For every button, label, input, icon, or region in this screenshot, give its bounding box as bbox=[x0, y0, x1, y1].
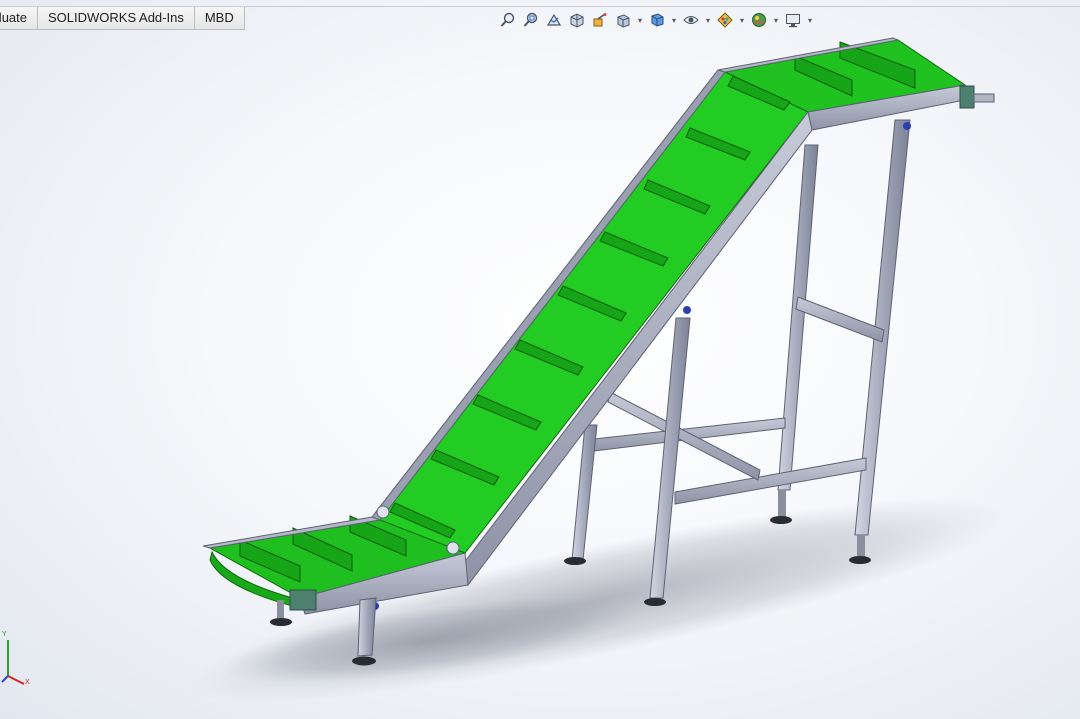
hide-show-dropdown-icon[interactable]: ▾ bbox=[704, 10, 712, 30]
heads-up-view-toolbar: ▾ ▾ ▾ ▾ ▾ ▾ bbox=[498, 9, 814, 31]
view-orientation-dropdown-icon[interactable]: ▾ bbox=[636, 10, 644, 30]
graphics-area[interactable] bbox=[0, 30, 1080, 719]
dynamic-annotation-icon[interactable] bbox=[590, 10, 610, 30]
tab-mbd-label: MBD bbox=[204, 10, 234, 25]
apply-scene-dropdown-icon[interactable]: ▾ bbox=[772, 10, 780, 30]
hide-show-items-icon[interactable] bbox=[681, 10, 701, 30]
section-view-icon[interactable] bbox=[567, 10, 587, 30]
view-settings-icon[interactable] bbox=[783, 10, 803, 30]
triad-y-label: Y bbox=[2, 631, 7, 638]
tab-solidworks-addins[interactable]: SOLIDWORKS Add-Ins bbox=[38, 7, 195, 29]
triad-x-axis bbox=[7, 675, 25, 685]
display-style-dropdown-icon[interactable]: ▾ bbox=[670, 10, 678, 30]
triad-x-label: X bbox=[25, 679, 30, 686]
view-orientation-icon[interactable] bbox=[613, 10, 633, 30]
reference-triad: Y X bbox=[1, 631, 30, 686]
zoom-to-fit-icon[interactable] bbox=[498, 10, 518, 30]
tab-addins-label: SOLIDWORKS Add-Ins bbox=[48, 10, 184, 25]
apply-scene-icon[interactable] bbox=[749, 10, 769, 30]
triad-z-axis bbox=[1, 675, 9, 683]
tab-mbd[interactable]: MBD bbox=[194, 7, 245, 29]
edit-appearance-icon[interactable] bbox=[715, 10, 735, 30]
previous-view-icon[interactable] bbox=[544, 10, 564, 30]
tab-evaluate[interactable]: Evaluate bbox=[0, 7, 38, 29]
command-manager-tabs: Evaluate SOLIDWORKS Add-Ins MBD bbox=[0, 7, 245, 30]
edit-appearance-dropdown-icon[interactable]: ▾ bbox=[738, 10, 746, 30]
zoom-to-area-icon[interactable] bbox=[521, 10, 541, 30]
view-settings-dropdown-icon[interactable]: ▾ bbox=[806, 10, 814, 30]
display-style-icon[interactable] bbox=[647, 10, 667, 30]
tab-evaluate-label: Evaluate bbox=[0, 10, 27, 25]
